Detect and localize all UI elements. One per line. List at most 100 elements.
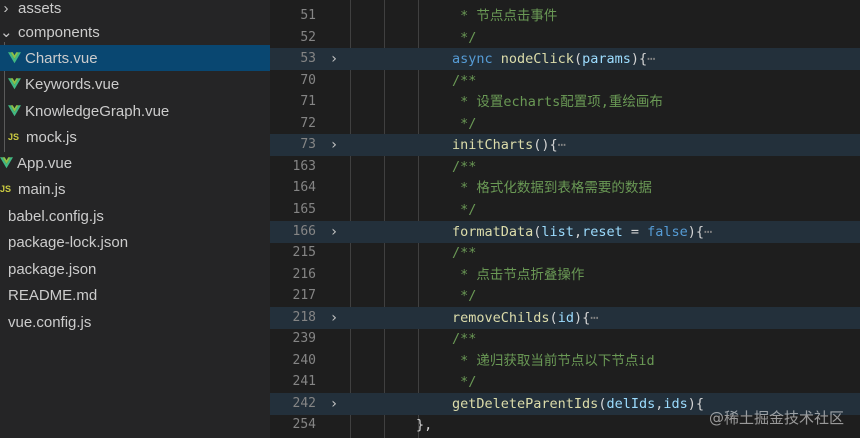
line-number: 165 <box>292 201 316 217</box>
code-token: false <box>647 223 688 240</box>
line-number: 241 <box>292 374 316 390</box>
explorer-item-label: Keywords.vue <box>25 75 120 93</box>
code-line[interactable]: 241 */ <box>270 371 860 393</box>
code-editor[interactable]: 51 * 节点点击事件 52 */53 › async nodeClick(param… <box>270 0 860 438</box>
code-token: */ <box>452 115 477 132</box>
vue-file-icon <box>8 52 21 64</box>
code-line[interactable]: 216 * 点击节点折叠操作 <box>270 264 860 286</box>
vue-file-icon <box>8 78 21 90</box>
code-line[interactable]: 240 * 递归获取当前节点以下节点id <box>270 350 860 372</box>
explorer-item-readme-md[interactable]: README.md <box>0 282 270 308</box>
code-token: async <box>452 51 501 68</box>
explorer-item-main-js[interactable]: JS main.js <box>0 176 270 202</box>
explorer-item-package-json[interactable]: package.json <box>0 256 270 282</box>
code-text: formatData(list,reset = false){⋯ <box>452 221 712 243</box>
code-line[interactable]: 166 › formatData(list,reset = false){⋯ <box>270 220 860 243</box>
code-text: /** <box>452 242 476 264</box>
folded-ellipsis-icon[interactable]: ⋯ <box>558 137 566 153</box>
code-text: * 节点点击事件 <box>452 5 557 27</box>
code-text: */ <box>452 199 476 221</box>
explorer-item-label: mock.js <box>26 128 77 146</box>
code-token: params <box>582 51 631 68</box>
chevron-down-icon[interactable]: ⌄ <box>0 23 13 41</box>
explorer-item-package-lock-json[interactable]: package-lock.json <box>0 229 270 255</box>
code-token: ){ <box>687 395 705 412</box>
code-line[interactable]: 163 /** <box>270 156 860 178</box>
code-text: /** <box>452 70 476 92</box>
explorer-item-babel-config-js[interactable]: babel.config.js <box>0 203 270 229</box>
line-number: 164 <box>292 180 316 196</box>
code-line[interactable]: 239 /** <box>270 328 860 350</box>
code-text: * 递归获取当前节点以下节点id <box>452 350 655 372</box>
line-number: 215 <box>292 245 316 261</box>
code-token: /** <box>452 72 477 89</box>
code-token: list <box>541 223 574 240</box>
fold-chevron-icon[interactable]: › <box>328 393 340 415</box>
line-number: 242 <box>292 395 316 411</box>
code-line[interactable]: 52 */ <box>270 27 860 49</box>
code-token: , <box>573 223 583 240</box>
line-number: 51 <box>300 8 316 23</box>
folded-ellipsis-icon[interactable]: ⋯ <box>704 224 712 240</box>
code-token: reset <box>582 223 623 240</box>
code-line[interactable]: 70 /** <box>270 70 860 92</box>
code-token: getDeleteParentIds <box>452 395 599 412</box>
line-number: 239 <box>292 331 316 347</box>
code-line[interactable]: 73 › initCharts(){⋯ <box>270 134 860 157</box>
code-text: */ <box>452 371 476 393</box>
code-token: * 节点点击事件 <box>452 8 558 24</box>
code-line[interactable]: 165 */ <box>270 199 860 221</box>
line-number: 218 <box>292 309 316 325</box>
code-token: */ <box>452 288 477 305</box>
fold-chevron-icon[interactable]: › <box>328 48 340 70</box>
code-text: * 格式化数据到表格需要的数据 <box>452 177 652 199</box>
code-line[interactable]: 217 */ <box>270 285 860 307</box>
line-number: 73 <box>300 137 316 153</box>
code-token: formatData <box>452 223 534 240</box>
code-text: removeChilds(id){⋯ <box>452 307 598 329</box>
explorer-item-components[interactable]: ⌄ components <box>0 19 270 45</box>
explorer-item-charts-vue[interactable]: Charts.vue <box>0 45 270 71</box>
code-token: ( <box>549 309 558 326</box>
fold-chevron-icon[interactable]: › <box>328 221 340 243</box>
fold-chevron-icon[interactable]: › <box>328 134 340 156</box>
folded-ellipsis-icon[interactable]: ⋯ <box>647 51 655 67</box>
explorer-item-label: package-lock.json <box>8 233 129 251</box>
code-text: initCharts(){⋯ <box>452 134 566 156</box>
code-token: (){ <box>533 137 558 154</box>
explorer-item-vue-config-js[interactable]: vue.config.js <box>0 309 270 335</box>
line-number: 70 <box>300 72 316 88</box>
line-number: 72 <box>300 115 316 131</box>
code-token: /** <box>452 245 477 262</box>
explorer-item-label: assets <box>18 0 62 17</box>
code-token: id <box>557 309 574 326</box>
code-line[interactable]: 51 * 节点点击事件 <box>270 5 860 27</box>
code-line[interactable]: 164 * 格式化数据到表格需要的数据 <box>270 177 860 199</box>
chevron-right-icon[interactable]: › <box>0 0 12 17</box>
explorer-item-label: package.json <box>8 260 97 278</box>
fold-chevron-icon[interactable]: › <box>328 307 340 329</box>
code-token: ){ <box>687 223 705 240</box>
code-token: * 递归获取当前节点以下节点id <box>452 352 655 369</box>
explorer-item-keywords-vue[interactable]: Keywords.vue <box>0 71 270 97</box>
vue-file-icon <box>8 105 21 117</box>
code-line[interactable]: 215 /** <box>270 242 860 264</box>
explorer-item-mock-js[interactable]: JS mock.js <box>0 124 270 150</box>
code-token: * 设置echarts配置项,重绘画布 <box>452 94 663 111</box>
code-token: */ <box>452 29 477 46</box>
code-line[interactable]: 53 › async nodeClick(params){⋯ <box>270 48 860 71</box>
line-number: 52 <box>300 29 316 45</box>
code-line[interactable]: 218 › removeChilds(id){⋯ <box>270 306 860 329</box>
code-line[interactable]: 71 * 设置echarts配置项,重绘画布 <box>270 91 860 113</box>
code-token: ){ <box>630 51 648 68</box>
explorer-item-label: babel.config.js <box>8 207 104 225</box>
explorer-item-knowledgegraph-vue[interactable]: KnowledgeGraph.vue <box>0 98 270 124</box>
explorer-item-app-vue[interactable]: App.vue <box>0 150 270 176</box>
code-token: */ <box>452 201 477 218</box>
code-text: }, <box>416 414 432 436</box>
explorer-item-assets[interactable]: › assets <box>0 0 270 21</box>
code-token: ids <box>663 395 688 412</box>
folded-ellipsis-icon[interactable]: ⋯ <box>590 310 598 326</box>
explorer-item-label: App.vue <box>17 154 73 172</box>
code-line[interactable]: 72 */ <box>270 113 860 135</box>
